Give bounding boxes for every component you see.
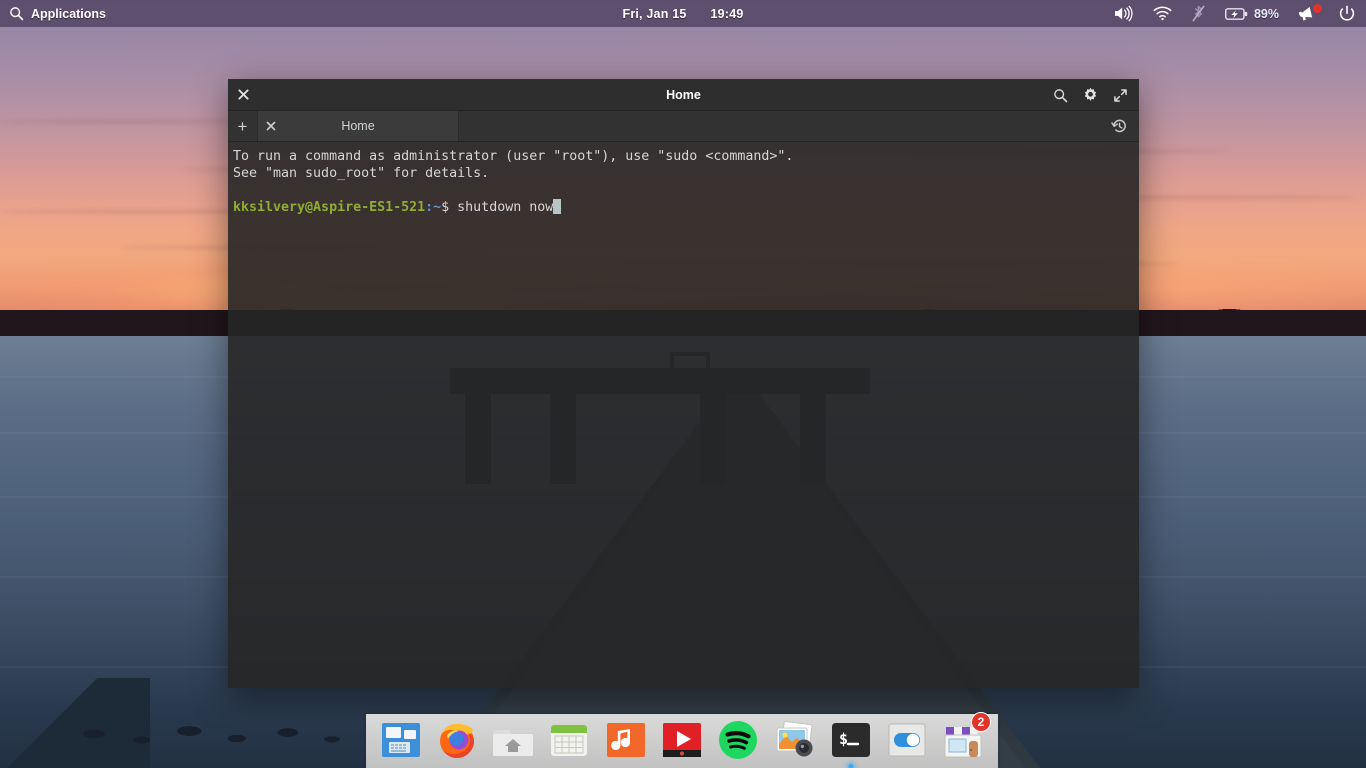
terminal-titlebar[interactable]: Home [228, 79, 1139, 111]
close-icon[interactable] [228, 79, 258, 111]
dock-item-terminal[interactable]: $ [828, 716, 873, 768]
bluetooth-icon[interactable] [1191, 4, 1206, 23]
files-icon [491, 718, 535, 762]
terminal-line: See "man sudo_root" for details. [233, 166, 490, 181]
maximize-icon[interactable] [1105, 79, 1135, 111]
terminal-icon: $ [829, 718, 873, 762]
music-icon [604, 718, 648, 762]
tab-home[interactable]: Home [257, 111, 459, 141]
battery-icon [1225, 7, 1248, 21]
update-badge: 2 [970, 712, 991, 732]
window-manager-icon [379, 718, 423, 762]
tab-close-icon[interactable] [258, 121, 284, 131]
dock-item-music[interactable] [603, 716, 648, 762]
tab-label: Home [341, 119, 375, 133]
terminal-output: To run a command as administrator (user … [233, 148, 1139, 216]
dock-item-files[interactable] [491, 716, 536, 762]
dock-item-software-center[interactable]: 2 [941, 712, 991, 762]
dock-item-firefox[interactable] [434, 716, 479, 762]
dock-item-photos[interactable] [772, 716, 817, 762]
top-panel: Applications Fri, Jan 15 19:49 89% [0, 0, 1366, 27]
search-icon[interactable] [1045, 79, 1075, 111]
notification-badge-dot [1313, 3, 1322, 13]
youtube-icon [660, 718, 704, 762]
system-tray: 89% [1113, 0, 1356, 27]
window-title: Home [666, 87, 701, 102]
wifi-icon[interactable] [1153, 6, 1172, 21]
terminal-cursor [553, 199, 562, 214]
terminal-line: kksilvery@Aspire-ES1-521:~$ shutdown now [233, 199, 1139, 216]
dock-item-youtube[interactable] [659, 716, 704, 762]
search-icon [9, 6, 24, 21]
terminal-line: To run a command as administrator (user … [233, 149, 794, 164]
terminal-body[interactable]: To run a command as administrator (user … [228, 142, 1139, 688]
clock-date[interactable]: Fri, Jan 15 [622, 7, 686, 21]
terminal-window[interactable]: Home + Home To run a command as administ… [228, 79, 1139, 688]
power-icon[interactable] [1338, 5, 1356, 23]
volume-icon[interactable] [1113, 5, 1134, 22]
dock-item-calendar[interactable] [547, 716, 592, 762]
dock: $ 2 [366, 712, 998, 768]
firefox-icon [435, 718, 479, 762]
settings-icon [885, 718, 929, 762]
dock-item-window-manager[interactable] [378, 716, 423, 762]
clock-time[interactable]: 19:49 [711, 7, 744, 21]
battery-status[interactable]: 89% [1225, 7, 1279, 21]
history-icon[interactable] [1105, 111, 1133, 142]
photos-icon [773, 718, 817, 762]
calendar-icon [547, 718, 591, 762]
battery-percent: 89% [1253, 6, 1279, 21]
running-indicator [848, 764, 854, 768]
applications-menu[interactable]: Applications [0, 6, 106, 21]
gear-icon[interactable] [1075, 79, 1105, 111]
spotify-icon [716, 718, 760, 762]
notifications-icon[interactable] [1298, 3, 1322, 23]
new-tab-button[interactable]: + [228, 111, 257, 141]
applications-label: Applications [31, 6, 107, 21]
dock-item-spotify[interactable] [716, 716, 761, 762]
dock-item-settings[interactable] [884, 716, 929, 762]
svg-text:$: $ [839, 730, 848, 748]
terminal-tabbar: + Home [228, 111, 1139, 142]
